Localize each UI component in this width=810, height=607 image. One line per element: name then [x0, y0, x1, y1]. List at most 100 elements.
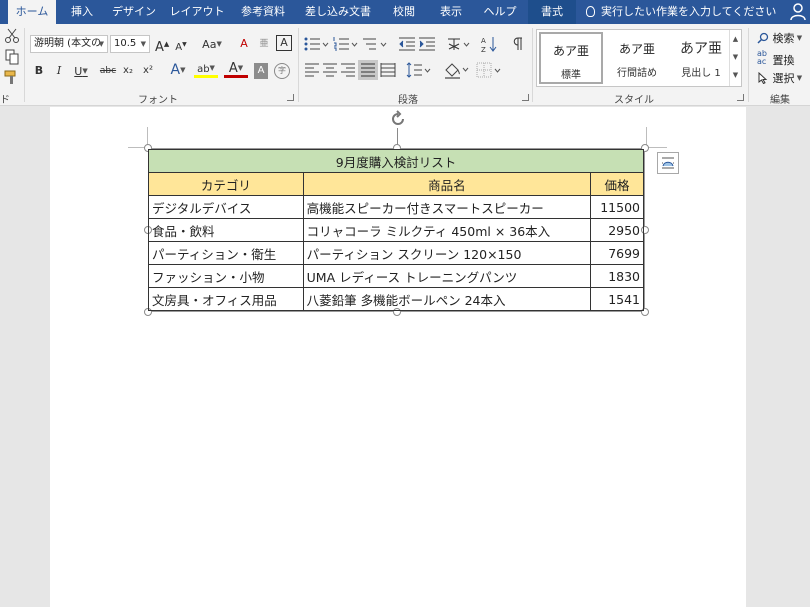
cell-price[interactable]: 7699: [590, 241, 644, 265]
cell-price[interactable]: 1541: [590, 287, 644, 311]
borders-icon[interactable]: [476, 62, 502, 78]
table-title[interactable]: 9月度購入検討リスト: [148, 149, 644, 173]
group-separator: [298, 28, 299, 102]
gallery-scrollbar[interactable]: ▲ ▼ ▼: [729, 30, 741, 86]
ribbon: ド 游明朝 (本文の ▼ 10.5 ▼ A▲ A▼ Aa▼ A 亜 A B I U▼…: [0, 24, 810, 106]
change-case-icon[interactable]: Aa▼: [198, 36, 226, 52]
style-name: 標準: [561, 70, 581, 81]
copy-icon[interactable]: [4, 49, 20, 65]
bullets-icon[interactable]: [304, 36, 330, 52]
purchase-list-table: 9月度購入検討リスト カテゴリ 商品名 価格 デジタルデバイス 高機能スピーカー…: [148, 149, 644, 311]
strikethrough-button[interactable]: abc: [99, 63, 117, 79]
chevron-down-icon[interactable]: ▼: [730, 48, 741, 66]
character-shading-icon[interactable]: A: [254, 63, 268, 79]
tab-home[interactable]: ホーム: [8, 0, 56, 24]
align-right-icon[interactable]: [340, 62, 356, 78]
cell-price[interactable]: 1830: [590, 264, 644, 288]
cell-category[interactable]: デジタルデバイス: [148, 195, 304, 219]
align-left-icon[interactable]: [304, 62, 320, 78]
tab-insert[interactable]: 挿入: [64, 0, 100, 24]
chevron-down-icon[interactable]: ▼: [141, 36, 146, 52]
tell-me-box[interactable]: 実行したい作業を入力してください: [586, 0, 776, 24]
user-icon[interactable]: [790, 3, 806, 21]
shading-icon[interactable]: [444, 61, 470, 79]
tab-layout[interactable]: レイアウト: [166, 0, 228, 24]
cell-category[interactable]: ファッション・小物: [148, 264, 304, 288]
font-group-label: フォント: [138, 95, 178, 106]
numbering-icon[interactable]: [333, 36, 359, 52]
cell-product[interactable]: パーティション スクリーン 120×150: [302, 241, 592, 265]
cut-icon[interactable]: [4, 28, 20, 44]
cell-price[interactable]: 11500: [590, 195, 644, 219]
find-label: 検索: [772, 32, 795, 45]
style-no-spacing[interactable]: あア亜 行間詰め: [605, 32, 669, 84]
grow-font-icon[interactable]: A▲: [155, 36, 169, 55]
decrease-indent-icon[interactable]: [398, 36, 416, 52]
font-color-icon[interactable]: A▼: [224, 62, 248, 78]
replace-button[interactable]: ab ac 置換: [757, 50, 795, 68]
asian-layout-icon[interactable]: [446, 36, 472, 52]
chevron-up-icon[interactable]: ▲: [730, 30, 741, 48]
tab-mailings[interactable]: 差し込み文書: [298, 0, 378, 24]
find-button[interactable]: 検索 ▼: [757, 30, 802, 46]
cell-category[interactable]: 食品・飲料: [148, 218, 304, 242]
cell-product[interactable]: 高機能スピーカー付きスマートスピーカー: [302, 195, 592, 219]
font-dialog-launcher-icon[interactable]: [287, 94, 294, 101]
underline-button[interactable]: U▼: [70, 63, 92, 79]
tab-design[interactable]: デザイン: [106, 0, 162, 24]
cell-category[interactable]: パーティション・衛生: [148, 241, 304, 265]
cursor-arrow-icon: [758, 71, 768, 85]
paragraph-dialog-launcher-icon[interactable]: [522, 94, 529, 101]
style-normal[interactable]: あア亜 標準: [539, 32, 603, 84]
tab-help[interactable]: ヘルプ: [478, 0, 522, 24]
tab-review[interactable]: 校閲: [384, 0, 424, 24]
cell-price[interactable]: 2950: [590, 218, 644, 242]
align-center-icon[interactable]: [322, 62, 338, 78]
subscript-button[interactable]: x₂: [120, 63, 136, 79]
header-product[interactable]: 商品名: [302, 172, 592, 196]
phonetic-guide-icon[interactable]: 亜: [257, 36, 271, 52]
clipboard-group-label: ド: [0, 95, 10, 106]
bold-button[interactable]: B: [32, 63, 46, 79]
tab-format[interactable]: 書式: [528, 0, 576, 24]
justify-icon[interactable]: [358, 60, 378, 80]
group-separator: [748, 28, 749, 102]
shrink-font-icon[interactable]: A▼: [174, 37, 188, 53]
sort-icon[interactable]: AZ: [481, 35, 499, 53]
line-spacing-icon[interactable]: [406, 62, 432, 78]
tab-view[interactable]: 表示: [430, 0, 472, 24]
font-name-combo[interactable]: 游明朝 (本文の ▼: [30, 35, 108, 53]
style-sample: あア亜: [618, 42, 655, 56]
increase-indent-icon[interactable]: [418, 36, 436, 52]
cell-category[interactable]: 文房具・オフィス用品: [148, 287, 304, 311]
superscript-button[interactable]: x²: [140, 63, 156, 79]
style-heading-1[interactable]: あア亜 見出し 1: [669, 32, 733, 84]
font-size-combo[interactable]: 10.5 ▼: [110, 35, 150, 53]
rotate-handle-icon[interactable]: [389, 110, 407, 128]
character-border-icon[interactable]: A: [276, 35, 292, 51]
distributed-icon[interactable]: [380, 62, 396, 78]
cell-product[interactable]: UMA レディース トレーニングパンツ: [302, 264, 592, 288]
header-category[interactable]: カテゴリ: [148, 172, 304, 196]
cell-product[interactable]: 八菱鉛筆 多機能ボールペン 24本入: [302, 287, 592, 311]
more-icon[interactable]: ▼: [730, 66, 741, 84]
text-effects-icon[interactable]: A▼: [166, 62, 190, 78]
table-row: デジタルデバイス 高機能スピーカー付きスマートスピーカー 11500: [148, 195, 644, 219]
header-price[interactable]: 価格: [590, 172, 644, 196]
multilevel-list-icon[interactable]: [362, 36, 388, 52]
chevron-down-icon[interactable]: ▼: [99, 36, 104, 52]
table-row: ファッション・小物 UMA レディース トレーニングパンツ 1830: [148, 264, 644, 288]
tell-me-text: 実行したい作業を入力してください: [601, 5, 777, 18]
layout-options-button[interactable]: [657, 152, 679, 174]
styles-group-label: スタイル: [614, 95, 654, 106]
tab-references[interactable]: 参考資料: [232, 0, 294, 24]
format-painter-icon[interactable]: [4, 69, 20, 85]
styles-dialog-launcher-icon[interactable]: [737, 94, 744, 101]
select-button[interactable]: 選択 ▼: [757, 70, 802, 86]
clear-formatting-icon[interactable]: A: [236, 36, 252, 52]
show-marks-icon[interactable]: [510, 36, 526, 52]
highlight-icon[interactable]: ab▼: [194, 62, 218, 78]
enclose-characters-icon[interactable]: 字: [274, 63, 290, 79]
italic-button[interactable]: I: [52, 63, 66, 79]
cell-product[interactable]: コリャコーラ ミルクティ 450ml × 36本入: [302, 218, 592, 242]
